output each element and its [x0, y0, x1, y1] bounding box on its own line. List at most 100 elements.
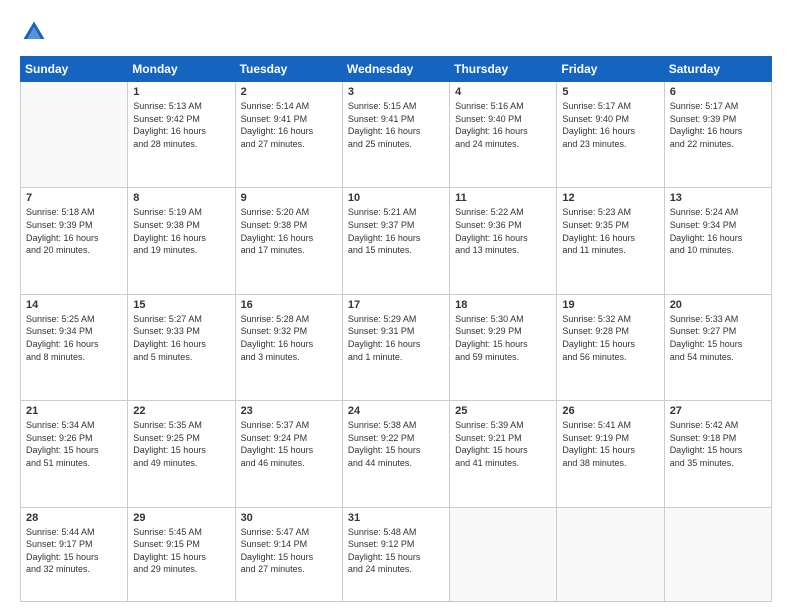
day-info: Sunrise: 5:42 AM Sunset: 9:18 PM Dayligh…: [670, 419, 766, 469]
calendar-cell: 1 Sunrise: 5:13 AM Sunset: 9:42 PM Daylig…: [128, 82, 235, 188]
day-info: Sunrise: 5:32 AM Sunset: 9:28 PM Dayligh…: [562, 313, 658, 363]
day-number: 13: [670, 192, 766, 204]
calendar-cell: 8Sunrise: 5:19 AM Sunset: 9:38 PM Daylig…: [128, 188, 235, 294]
day-info: Sunrise: 5:37 AM Sunset: 9:24 PM Dayligh…: [241, 419, 337, 469]
day-info: Sunrise: 5:39 AM Sunset: 9:21 PM Dayligh…: [455, 419, 551, 469]
calendar-cell: 4 Sunrise: 5:16 AM Sunset: 9:40 PM Daylig…: [450, 82, 557, 188]
day-number: 6: [670, 86, 766, 98]
day-info: Sunrise: 5:33 AM Sunset: 9:27 PM Dayligh…: [670, 313, 766, 363]
day-number: 3: [348, 86, 444, 98]
weekday-friday: Friday: [557, 57, 664, 82]
weekday-wednesday: Wednesday: [342, 57, 449, 82]
calendar-cell: 2Sunrise: 5:14 AM Sunset: 9:41 PM Daylig…: [235, 82, 342, 188]
day-info: Sunrise: 5:25 AM Sunset: 9:34 PM Dayligh…: [26, 313, 122, 363]
day-info: Sunrise: 5:38 AM Sunset: 9:22 PM Dayligh…: [348, 419, 444, 469]
day-number: 5: [562, 86, 658, 98]
day-number: 19: [562, 299, 658, 311]
calendar-cell: 16 Sunrise: 5:28 AM Sunset: 9:32 PM Dayli…: [235, 294, 342, 400]
day-number: 25: [455, 405, 551, 417]
calendar-cell: 12Sunrise: 5:23 AM Sunset: 9:35 PM Dayli…: [557, 188, 664, 294]
calendar-cell: 14 Sunrise: 5:25 AM Sunset: 9:34 PM Dayli…: [21, 294, 128, 400]
calendar-cell: 20Sunrise: 5:33 AM Sunset: 9:27 PM Dayli…: [664, 294, 771, 400]
calendar-cell: 31 Sunrise: 5:48 AM Sunset: 9:12 PM Dayli…: [342, 507, 449, 601]
day-info: Sunrise: 5:28 AM Sunset: 9:32 PM Dayligh…: [241, 313, 337, 363]
day-info: Sunrise: 5:17 AM Sunset: 9:40 PM Dayligh…: [562, 100, 658, 150]
week-row-3: 14 Sunrise: 5:25 AM Sunset: 9:34 PM Dayli…: [21, 294, 772, 400]
calendar-cell: 17Sunrise: 5:29 AM Sunset: 9:31 PM Dayli…: [342, 294, 449, 400]
day-number: 14: [26, 299, 122, 311]
day-info: Sunrise: 5:44 AM Sunset: 9:17 PM Dayligh…: [26, 526, 122, 576]
header: [20, 18, 772, 46]
day-number: 23: [241, 405, 337, 417]
calendar-cell: 9 Sunrise: 5:20 AM Sunset: 9:38 PM Daylig…: [235, 188, 342, 294]
day-info: Sunrise: 5:14 AM Sunset: 9:41 PM Dayligh…: [241, 100, 337, 150]
calendar-cell: 27 Sunrise: 5:42 AM Sunset: 9:18 PM Dayli…: [664, 401, 771, 507]
day-info: Sunrise: 5:23 AM Sunset: 9:35 PM Dayligh…: [562, 206, 658, 256]
weekday-saturday: Saturday: [664, 57, 771, 82]
day-number: 1: [133, 86, 229, 98]
week-row-5: 28 Sunrise: 5:44 AM Sunset: 9:17 PM Dayli…: [21, 507, 772, 601]
calendar-cell: 29 Sunrise: 5:45 AM Sunset: 9:15 PM Dayli…: [128, 507, 235, 601]
day-number: 8: [133, 192, 229, 204]
day-number: 21: [26, 405, 122, 417]
day-info: Sunrise: 5:15 AM Sunset: 9:41 PM Dayligh…: [348, 100, 444, 150]
day-info: Sunrise: 5:24 AM Sunset: 9:34 PM Dayligh…: [670, 206, 766, 256]
calendar-cell: 25 Sunrise: 5:39 AM Sunset: 9:21 PM Dayli…: [450, 401, 557, 507]
day-number: 27: [670, 405, 766, 417]
weekday-thursday: Thursday: [450, 57, 557, 82]
day-info: Sunrise: 5:16 AM Sunset: 9:40 PM Dayligh…: [455, 100, 551, 150]
day-number: 7: [26, 192, 122, 204]
calendar-cell: 30 Sunrise: 5:47 AM Sunset: 9:14 PM Dayli…: [235, 507, 342, 601]
day-info: Sunrise: 5:17 AM Sunset: 9:39 PM Dayligh…: [670, 100, 766, 150]
day-info: Sunrise: 5:30 AM Sunset: 9:29 PM Dayligh…: [455, 313, 551, 363]
day-info: Sunrise: 5:18 AM Sunset: 9:39 PM Dayligh…: [26, 206, 122, 256]
day-number: 11: [455, 192, 551, 204]
day-number: 16: [241, 299, 337, 311]
week-row-4: 21Sunrise: 5:34 AM Sunset: 9:26 PM Dayli…: [21, 401, 772, 507]
day-info: Sunrise: 5:47 AM Sunset: 9:14 PM Dayligh…: [241, 526, 337, 576]
calendar-cell: 3 Sunrise: 5:15 AM Sunset: 9:41 PM Daylig…: [342, 82, 449, 188]
day-number: 9: [241, 192, 337, 204]
calendar-cell: 19 Sunrise: 5:32 AM Sunset: 9:28 PM Dayli…: [557, 294, 664, 400]
calendar-cell: 28 Sunrise: 5:44 AM Sunset: 9:17 PM Dayli…: [21, 507, 128, 601]
day-number: 28: [26, 512, 122, 524]
logo: [20, 18, 52, 46]
logo-icon: [20, 18, 48, 46]
calendar-cell: 5 Sunrise: 5:17 AM Sunset: 9:40 PM Daylig…: [557, 82, 664, 188]
day-number: 30: [241, 512, 337, 524]
day-info: Sunrise: 5:41 AM Sunset: 9:19 PM Dayligh…: [562, 419, 658, 469]
day-info: Sunrise: 5:22 AM Sunset: 9:36 PM Dayligh…: [455, 206, 551, 256]
day-number: 22: [133, 405, 229, 417]
calendar-table: SundayMondayTuesdayWednesdayThursdayFrid…: [20, 56, 772, 602]
calendar-cell: 26Sunrise: 5:41 AM Sunset: 9:19 PM Dayli…: [557, 401, 664, 507]
calendar-cell: 10 Sunrise: 5:21 AM Sunset: 9:37 PM Dayli…: [342, 188, 449, 294]
calendar-cell: 18Sunrise: 5:30 AM Sunset: 9:29 PM Dayli…: [450, 294, 557, 400]
calendar-cell: 11 Sunrise: 5:22 AM Sunset: 9:36 PM Dayli…: [450, 188, 557, 294]
calendar-cell: 21Sunrise: 5:34 AM Sunset: 9:26 PM Dayli…: [21, 401, 128, 507]
calendar-cell: [557, 507, 664, 601]
day-number: 15: [133, 299, 229, 311]
calendar-cell: 22 Sunrise: 5:35 AM Sunset: 9:25 PM Dayli…: [128, 401, 235, 507]
day-info: Sunrise: 5:21 AM Sunset: 9:37 PM Dayligh…: [348, 206, 444, 256]
day-info: Sunrise: 5:48 AM Sunset: 9:12 PM Dayligh…: [348, 526, 444, 576]
calendar-cell: 24 Sunrise: 5:38 AM Sunset: 9:22 PM Dayli…: [342, 401, 449, 507]
day-number: 31: [348, 512, 444, 524]
day-number: 10: [348, 192, 444, 204]
week-row-1: 1 Sunrise: 5:13 AM Sunset: 9:42 PM Daylig…: [21, 82, 772, 188]
day-number: 4: [455, 86, 551, 98]
day-info: Sunrise: 5:20 AM Sunset: 9:38 PM Dayligh…: [241, 206, 337, 256]
calendar-cell: 7 Sunrise: 5:18 AM Sunset: 9:39 PM Daylig…: [21, 188, 128, 294]
calendar-cell: 13 Sunrise: 5:24 AM Sunset: 9:34 PM Dayli…: [664, 188, 771, 294]
day-info: Sunrise: 5:45 AM Sunset: 9:15 PM Dayligh…: [133, 526, 229, 576]
calendar-cell: 23 Sunrise: 5:37 AM Sunset: 9:24 PM Dayli…: [235, 401, 342, 507]
week-row-2: 7 Sunrise: 5:18 AM Sunset: 9:39 PM Daylig…: [21, 188, 772, 294]
weekday-header-row: SundayMondayTuesdayWednesdayThursdayFrid…: [21, 57, 772, 82]
calendar-cell: [664, 507, 771, 601]
weekday-tuesday: Tuesday: [235, 57, 342, 82]
weekday-sunday: Sunday: [21, 57, 128, 82]
weekday-monday: Monday: [128, 57, 235, 82]
day-number: 24: [348, 405, 444, 417]
day-info: Sunrise: 5:13 AM Sunset: 9:42 PM Dayligh…: [133, 100, 229, 150]
day-info: Sunrise: 5:35 AM Sunset: 9:25 PM Dayligh…: [133, 419, 229, 469]
day-number: 29: [133, 512, 229, 524]
